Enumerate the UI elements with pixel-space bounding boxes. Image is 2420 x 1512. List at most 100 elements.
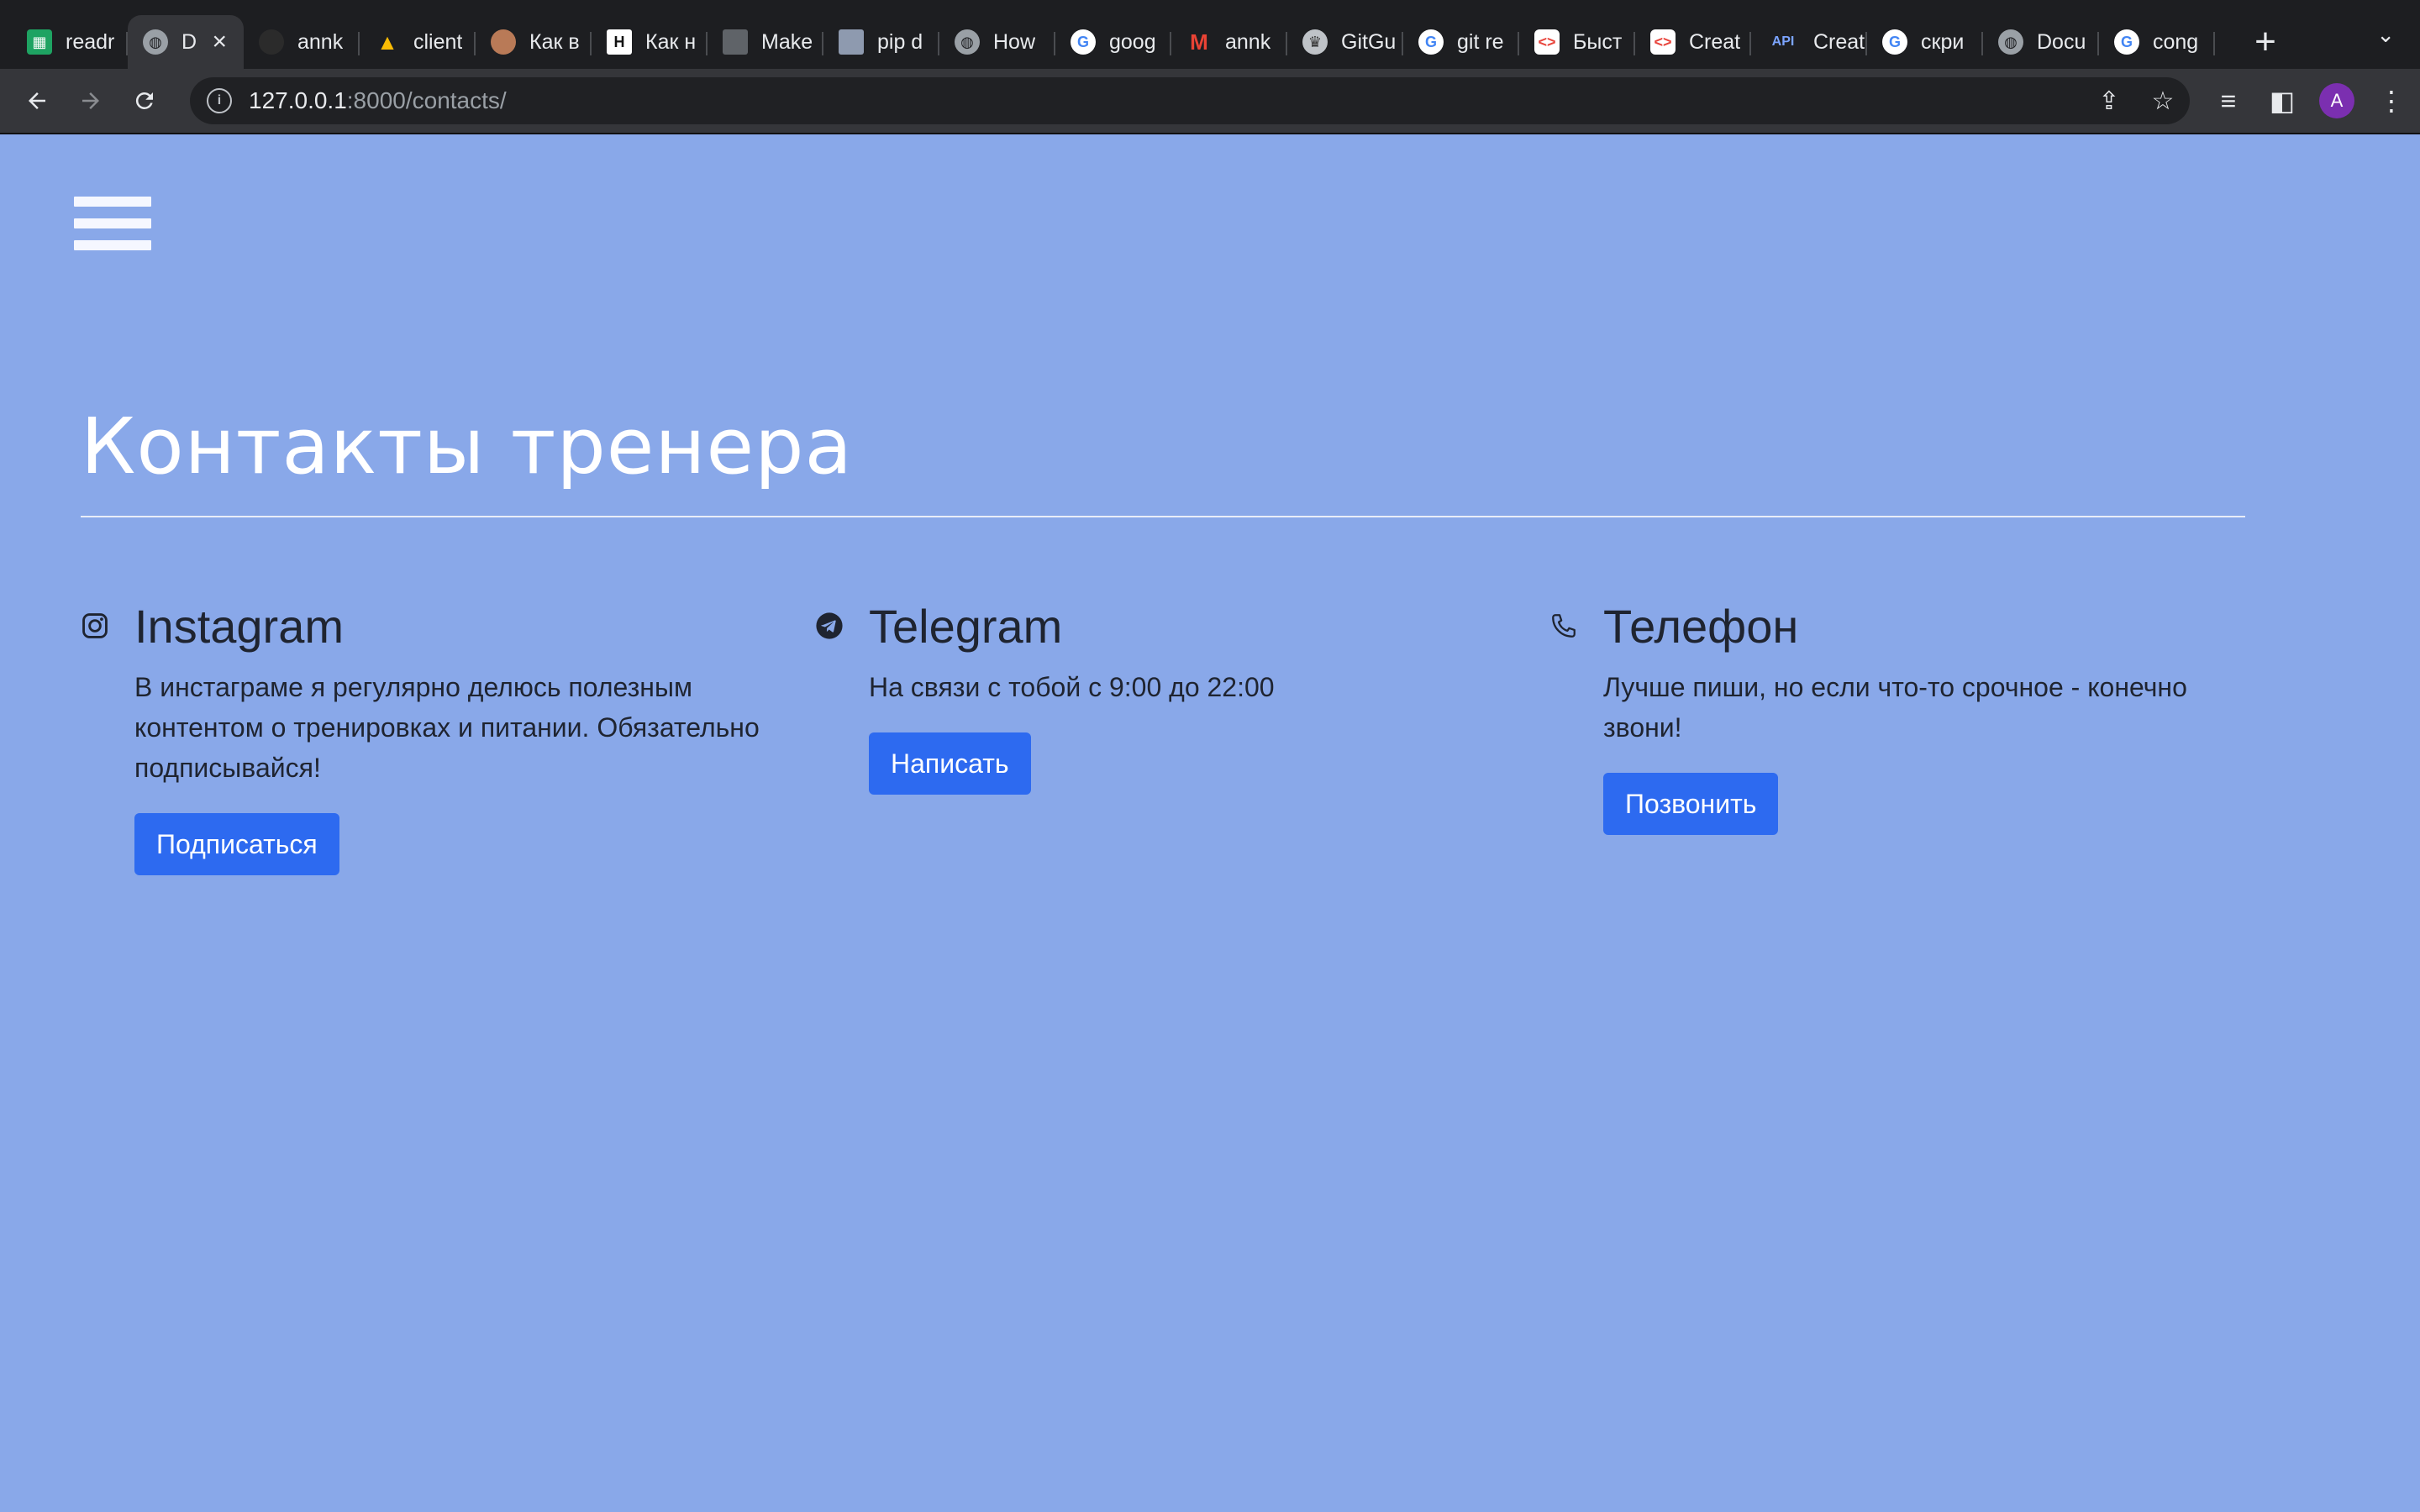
avatar-icon [491, 29, 516, 55]
address-bar[interactable]: i 127.0.0.1:8000/contacts/ ⇪ ☆ [190, 77, 2190, 124]
tab-label: Docu [2037, 29, 2086, 54]
tab-label: How [993, 29, 1036, 54]
browser-tab[interactable]: G скри [1867, 15, 1983, 69]
tab-list: ▦ readr ◍ D × annk ▲ client Как в H Как … [0, 0, 2291, 69]
back-button[interactable] [10, 74, 64, 128]
telegram-icon [816, 612, 843, 639]
close-tab-icon[interactable]: × [212, 28, 227, 56]
site-info-icon[interactable]: i [207, 88, 232, 113]
contact-name: Instagram [134, 600, 344, 653]
bookmark-star-icon[interactable]: ☆ [2136, 87, 2190, 116]
share-icon[interactable]: ⇪ [2082, 87, 2136, 116]
browser-tab[interactable]: annk [244, 15, 360, 69]
tab-label: cong [2153, 29, 2199, 54]
code-icon: <> [1534, 29, 1560, 55]
back-arrow-icon [29, 92, 45, 109]
forward-arrow-icon [82, 92, 99, 109]
tab-label: client [413, 29, 463, 54]
browser-tab[interactable]: pip d [823, 15, 939, 69]
browser-tab[interactable]: M annk [1171, 15, 1287, 69]
tab-label: Creat [1813, 29, 1865, 54]
tab-label: git re [1457, 29, 1504, 54]
browser-tab[interactable]: G cong [2099, 15, 2215, 69]
sheets-icon: ▦ [27, 29, 52, 55]
h-icon: H [607, 29, 632, 55]
gmail-icon: M [1190, 29, 1208, 55]
tab-label: GitGu [1341, 29, 1397, 54]
browser-tab[interactable]: H Как н [592, 15, 708, 69]
instagram-icon [82, 613, 108, 638]
profile-avatar[interactable]: A [2319, 83, 2354, 118]
forward-button[interactable] [64, 74, 118, 128]
side-panel-icon[interactable]: ◧ [2255, 85, 2309, 117]
hamburger-line [74, 197, 151, 207]
browser-tab[interactable]: API Creat [1751, 15, 1867, 69]
address-bar-actions: ⇪ ☆ [2082, 87, 2190, 116]
tab-search-chevron-icon[interactable]: ⌄ [2376, 22, 2395, 48]
contact-description: На связи с тобой с 9:00 до 22:00 [869, 672, 1275, 702]
browser-tab[interactable]: <> Быст [1519, 15, 1635, 69]
browser-tab[interactable]: ◍ Docu [1983, 15, 2099, 69]
write-button[interactable]: Написать [869, 732, 1031, 795]
url-host: 127.0.0.1 [249, 87, 347, 113]
globe-icon: ◍ [1998, 29, 2023, 55]
page-content: Контакты тренера Instagram В инстаграме … [0, 133, 2420, 1512]
drive-icon: ▲ [376, 29, 398, 55]
url-path: :8000/contacts/ [346, 87, 507, 113]
browser-tab[interactable]: Как в [476, 15, 592, 69]
title-divider [81, 516, 2245, 517]
browser-tab[interactable]: G goog [1055, 15, 1171, 69]
tab-label: goog [1109, 29, 1156, 54]
contact-name: Telegram [869, 600, 1063, 653]
tab-label: скри [1921, 29, 1965, 54]
subscribe-button[interactable]: Подписаться [134, 813, 339, 875]
tab-label: D [182, 29, 197, 54]
browser-tab[interactable]: <> Creat [1635, 15, 1751, 69]
tab-label: readr [66, 29, 115, 54]
reload-icon [135, 92, 153, 109]
page-title: Контакты тренера [81, 402, 853, 491]
call-button[interactable]: Позвонить [1603, 773, 1779, 835]
browser-tab-strip: ▦ readr ◍ D × annk ▲ client Как в H Как … [0, 0, 2420, 69]
tab-label: annk [297, 29, 344, 54]
google-icon: G [1418, 29, 1444, 55]
contact-description: Лучше пиши, но если что-то срочное - кон… [1603, 672, 2187, 743]
browser-tab[interactable]: ▲ client [360, 15, 476, 69]
reload-button[interactable] [118, 74, 171, 128]
google-icon: G [1882, 29, 1907, 55]
hamburger-menu-icon[interactable] [74, 197, 151, 254]
contact-name: Телефон [1603, 600, 1799, 653]
menu-kebab-icon[interactable]: ⋮ [2365, 85, 2418, 117]
browser-tab-active[interactable]: ◍ D × [128, 15, 244, 69]
api-icon: API [1771, 34, 1795, 49]
tab-label: Быст [1573, 29, 1623, 54]
contact-body: Telegram На связи с тобой с 9:00 до 22:0… [869, 600, 1507, 795]
tab-label: pip d [877, 29, 923, 54]
browser-tab[interactable]: Make [708, 15, 823, 69]
globe-icon: ◍ [143, 29, 168, 55]
hamburger-line [74, 218, 151, 228]
tab-label: annk [1225, 29, 1271, 54]
code-icon: <> [1650, 29, 1676, 55]
browser-tab[interactable]: ♛ GitGu [1287, 15, 1403, 69]
browser-tab[interactable]: ▦ readr [12, 15, 128, 69]
github-icon [259, 29, 284, 55]
doc-icon [723, 29, 748, 55]
gitguardian-icon: ♛ [1302, 29, 1328, 55]
contact-body: Instagram В инстаграме я регулярно делюс… [134, 600, 773, 875]
phone-icon [1552, 614, 1576, 638]
contact-description: В инстаграме я регулярно делюсь полезным… [134, 672, 760, 783]
globe-icon: ◍ [955, 29, 980, 55]
tab-label: Как н [645, 29, 697, 54]
tab-label: Как в [529, 29, 580, 54]
browser-tab[interactable]: ◍ How [939, 15, 1055, 69]
media-queue-icon[interactable]: ≡ [2202, 86, 2255, 117]
hamburger-line [74, 240, 151, 250]
browser-tab[interactable]: G git re [1403, 15, 1519, 69]
new-tab-button[interactable]: + [2240, 21, 2291, 63]
tab-label: Creat [1689, 29, 1741, 54]
google-icon: G [1071, 29, 1096, 55]
tab-label: Make [761, 29, 813, 54]
google-icon: G [2114, 29, 2139, 55]
browser-toolbar: i 127.0.0.1:8000/contacts/ ⇪ ☆ ≡ ◧ A ⋮ [0, 69, 2420, 134]
